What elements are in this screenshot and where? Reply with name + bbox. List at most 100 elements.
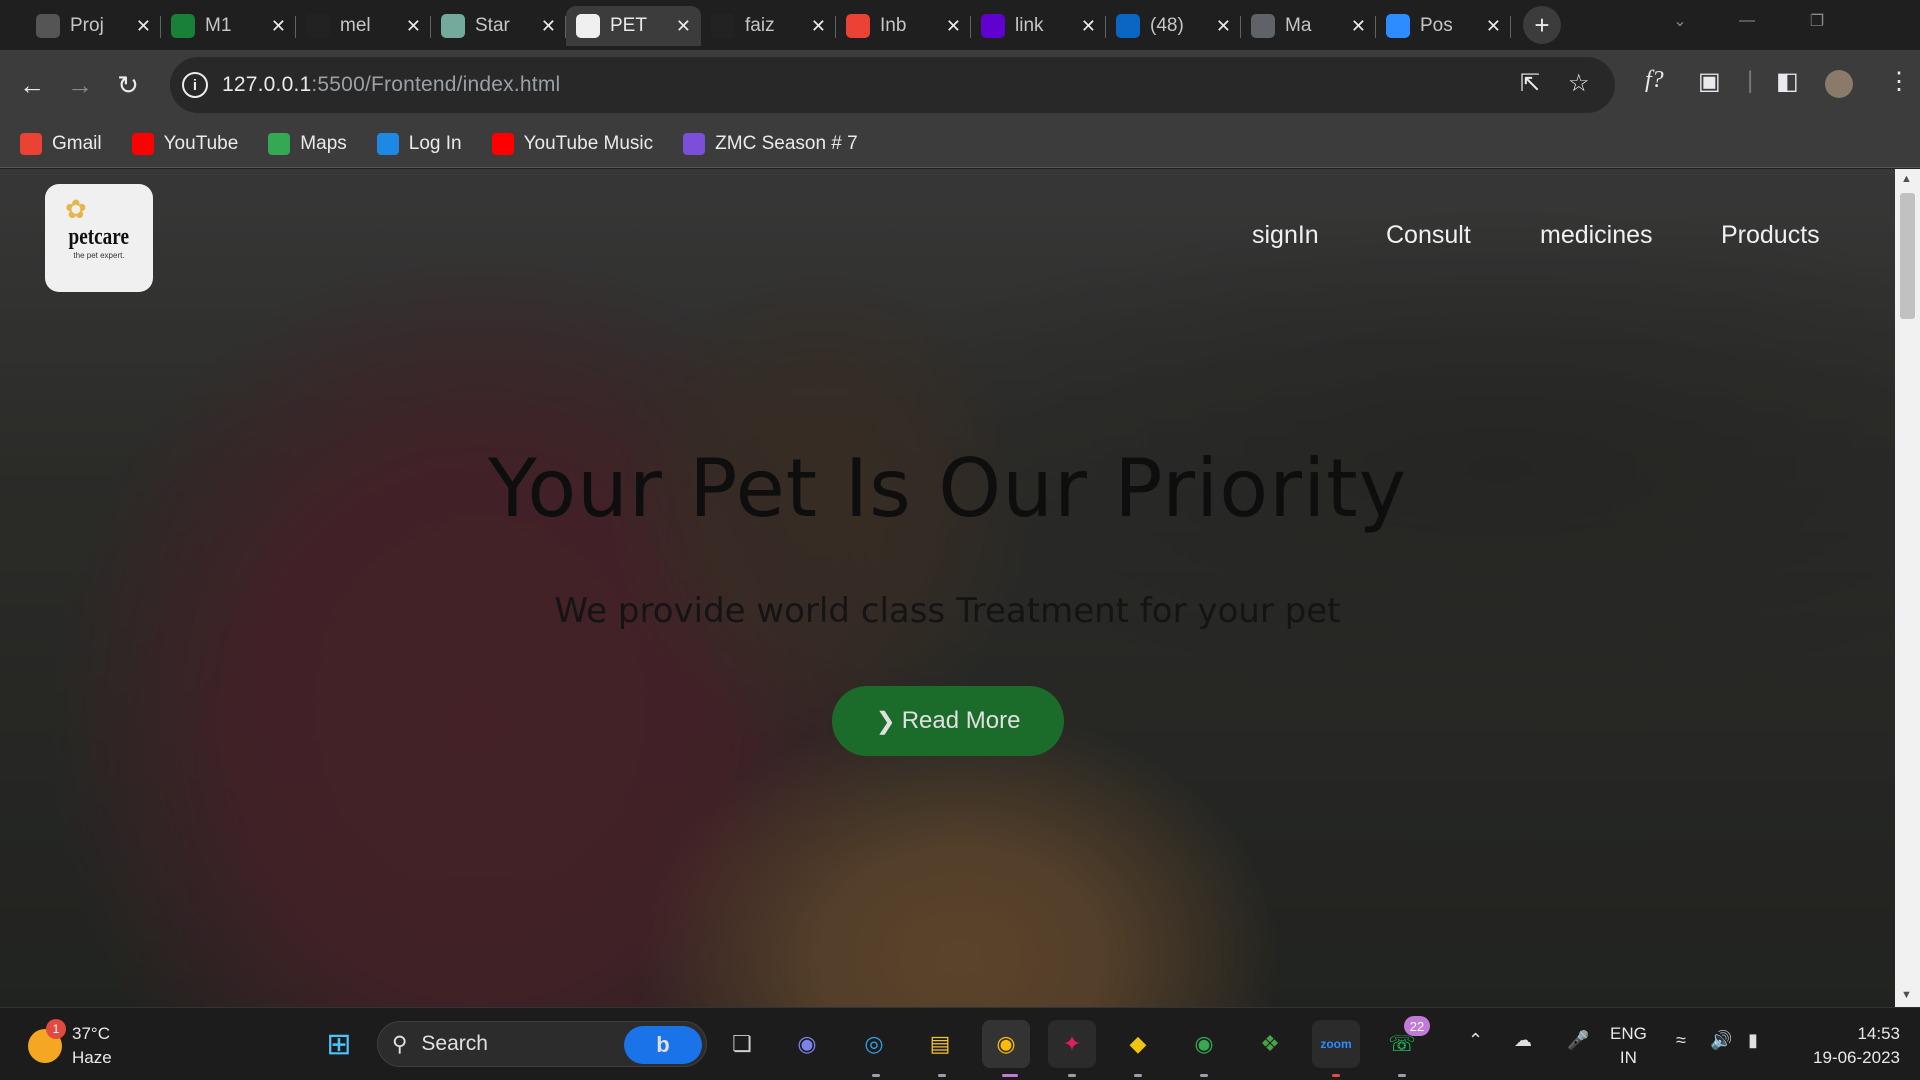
lang-code: ENG bbox=[1610, 1024, 1647, 1043]
chrome-profile-icon[interactable]: ◉ bbox=[1180, 1020, 1228, 1068]
page-scrollbar[interactable]: ▲ ▼ bbox=[1895, 169, 1920, 1007]
tab-strip: Proj ✕ M1 ✕ mel ✕ Star ✕ PET ✕ faiz ✕ Inb ✕ link ✕ (48) ✕… bbox=[0, 0, 1920, 50]
bookmark-5[interactable]: ZMC Season # 7 bbox=[683, 132, 858, 155]
extensions-icon[interactable]: ▣ bbox=[1698, 67, 1721, 96]
volume-icon[interactable]: 🔊 bbox=[1710, 1030, 1732, 1051]
forward-button[interactable]: → bbox=[62, 67, 98, 103]
petcare-logo[interactable]: ✿ petcare the pet expert. bbox=[45, 184, 153, 292]
restore-icon[interactable]: ❐ bbox=[1787, 0, 1847, 42]
bookmark-0[interactable]: Gmail bbox=[20, 132, 102, 155]
new-tab-button[interactable]: + bbox=[1523, 6, 1561, 44]
bookmark-label: YouTube Music bbox=[523, 132, 654, 154]
close-icon[interactable]: ✕ bbox=[1216, 16, 1231, 37]
slack-icon[interactable]: ✦ bbox=[1048, 1020, 1096, 1068]
tab-5[interactable]: faiz ✕ bbox=[701, 6, 836, 46]
tray-chevron-icon[interactable]: ⌃ bbox=[1468, 1030, 1483, 1051]
nav-medicines[interactable]: medicines bbox=[1540, 221, 1653, 250]
whatsapp-icon[interactable]: ☏ 22 bbox=[1378, 1016, 1430, 1068]
address-bar[interactable]: i 127.0.0.1:5500/Frontend/index.html ⇱ ☆ bbox=[170, 57, 1615, 113]
tab-title: Pos bbox=[1420, 15, 1453, 36]
teams-chat-icon[interactable]: ◉ bbox=[783, 1020, 831, 1068]
tab-9[interactable]: Ma ✕ bbox=[1241, 6, 1376, 46]
git-tool-icon[interactable]: ◆ bbox=[1114, 1020, 1162, 1068]
tab-0[interactable]: Proj ✕ bbox=[26, 6, 161, 46]
tab-6[interactable]: Inb ✕ bbox=[836, 6, 971, 46]
close-icon[interactable]: ✕ bbox=[946, 16, 961, 37]
running-indicator bbox=[1134, 1074, 1142, 1077]
scroll-thumb[interactable] bbox=[1900, 193, 1915, 319]
side-panel-icon[interactable]: ◧ bbox=[1776, 67, 1799, 96]
youtube-music-icon bbox=[491, 132, 514, 155]
sheets-icon bbox=[171, 14, 195, 38]
read-more-button[interactable]: ❯ Read More bbox=[832, 686, 1064, 756]
chrome-icon[interactable]: ◉ bbox=[982, 1020, 1030, 1068]
formula-extension-icon[interactable]: f? bbox=[1645, 67, 1664, 94]
url-text[interactable]: 127.0.0.1:5500/Frontend/index.html bbox=[222, 73, 560, 97]
page-viewport: ✿ petcare the pet expert. signIn Consult… bbox=[0, 169, 1895, 1007]
tab-7[interactable]: link ✕ bbox=[971, 6, 1106, 46]
bookmark-star-icon[interactable]: ☆ bbox=[1568, 69, 1590, 98]
running-indicator bbox=[1068, 1074, 1076, 1077]
close-icon[interactable]: ✕ bbox=[1351, 16, 1366, 37]
tab-title: faiz bbox=[745, 15, 775, 36]
tab-3[interactable]: Star ✕ bbox=[431, 6, 566, 46]
clock[interactable]: 14:53 19-06-2023 bbox=[1790, 1022, 1900, 1070]
nav-consult[interactable]: Consult bbox=[1386, 221, 1471, 250]
site-info-icon[interactable]: i bbox=[182, 72, 208, 98]
bookmark-4[interactable]: YouTube Music bbox=[491, 132, 654, 155]
tab-search-chevron-icon[interactable]: ⌄ bbox=[1650, 0, 1710, 42]
task-view-icon[interactable]: ❏ bbox=[718, 1020, 766, 1068]
close-icon[interactable]: ✕ bbox=[676, 16, 691, 37]
weather-desc: Haze bbox=[72, 1048, 112, 1067]
bookmark-3[interactable]: Log In bbox=[376, 132, 462, 155]
bookmark-2[interactable]: Maps bbox=[268, 132, 347, 155]
tab-title: PET bbox=[610, 15, 647, 36]
menu-kebab-icon[interactable]: ⋮ bbox=[1887, 67, 1911, 96]
close-icon[interactable]: ✕ bbox=[541, 16, 556, 37]
zoom-icon[interactable]: zoom bbox=[1312, 1020, 1360, 1068]
back-button[interactable]: ← bbox=[14, 67, 50, 103]
file-explorer-icon[interactable]: ▤ bbox=[916, 1020, 964, 1068]
tab-10[interactable]: Pos ✕ bbox=[1376, 6, 1511, 46]
tab-4[interactable]: PET ✕ bbox=[566, 6, 701, 46]
wifi-icon[interactable]: ≈ bbox=[1676, 1030, 1686, 1051]
bing-icon[interactable]: b bbox=[624, 1026, 702, 1064]
tab-1[interactable]: M1 ✕ bbox=[161, 6, 296, 46]
logo-tagline: the pet expert. bbox=[73, 251, 125, 260]
windows-start-icon[interactable]: ⊞ bbox=[315, 1020, 363, 1068]
weather-widget[interactable]: 1 37°C Haze bbox=[28, 1019, 112, 1070]
language-indicator[interactable]: ENG IN bbox=[1610, 1022, 1647, 1070]
tab-8[interactable]: (48) ✕ bbox=[1106, 6, 1241, 46]
close-icon[interactable]: ✕ bbox=[136, 16, 151, 37]
bookmark-1[interactable]: YouTube bbox=[131, 132, 238, 155]
bookmark-label: Gmail bbox=[52, 132, 102, 154]
microphone-icon[interactable]: 🎤 bbox=[1567, 1030, 1589, 1051]
youtube-icon bbox=[131, 132, 154, 155]
nav-signin[interactable]: signIn bbox=[1252, 221, 1319, 250]
scroll-down-icon[interactable]: ▼ bbox=[1901, 989, 1912, 1001]
onedrive-cloud-icon[interactable]: ☁ bbox=[1514, 1030, 1532, 1051]
minimize-icon[interactable]: — bbox=[1717, 0, 1777, 42]
close-icon[interactable]: ✕ bbox=[1081, 16, 1096, 37]
taskbar-search[interactable]: ⚲ Search b bbox=[377, 1021, 707, 1067]
tab-2[interactable]: mel ✕ bbox=[296, 6, 431, 46]
close-icon[interactable]: ✕ bbox=[406, 16, 421, 37]
scroll-up-icon[interactable]: ▲ bbox=[1901, 173, 1912, 185]
lang-region: IN bbox=[1619, 1048, 1637, 1067]
edge-icon[interactable]: ◎ bbox=[850, 1020, 898, 1068]
reload-button[interactable]: ↻ bbox=[110, 67, 146, 103]
share-icon[interactable]: ⇱ bbox=[1520, 69, 1540, 98]
profile-avatar[interactable] bbox=[1825, 70, 1853, 98]
puppy-icon bbox=[36, 14, 60, 38]
mongodb-icon[interactable]: ❖ bbox=[1246, 1020, 1294, 1068]
browser-toolbar: ← → ↻ i 127.0.0.1:5500/Frontend/index.ht… bbox=[0, 50, 1920, 120]
close-icon[interactable]: ✕ bbox=[1486, 16, 1501, 37]
nav-products[interactable]: Products bbox=[1721, 221, 1820, 250]
url-path: :5500/Frontend/index.html bbox=[311, 73, 561, 96]
windows-taskbar: 1 37°C Haze ⊞ ⚲ Search b ❏ ◉ ◎ ▤ ◉ ✦ ◆ ◉… bbox=[0, 1007, 1920, 1080]
close-icon[interactable]: ✕ bbox=[811, 16, 826, 37]
close-icon[interactable]: ✕ bbox=[271, 16, 286, 37]
github-icon bbox=[306, 14, 330, 38]
battery-icon[interactable]: ▮ bbox=[1748, 1030, 1758, 1051]
bookmark-label: Log In bbox=[408, 132, 462, 154]
